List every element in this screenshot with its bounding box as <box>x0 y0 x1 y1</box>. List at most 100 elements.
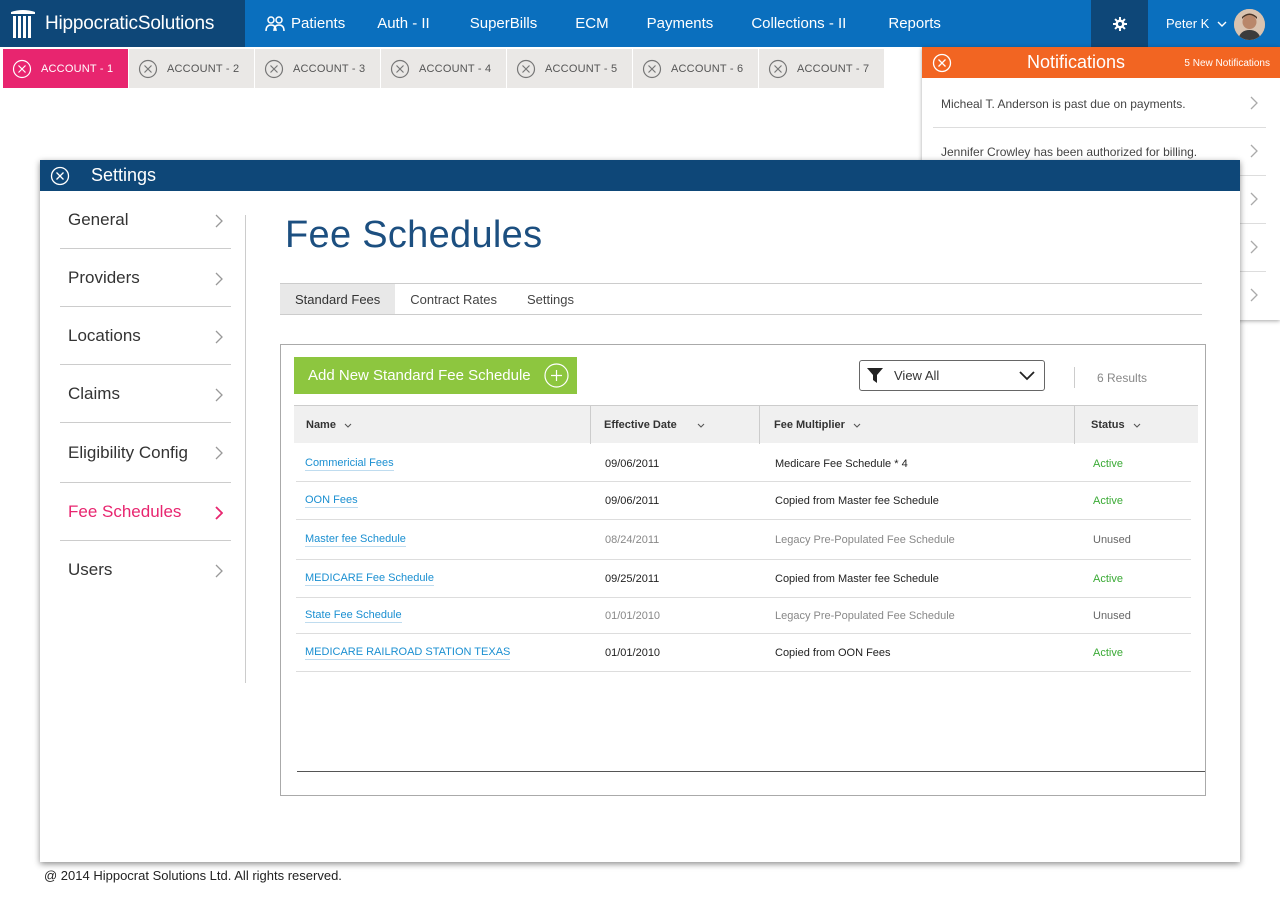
account-tab-6[interactable]: ACCOUNT - 6 <box>633 49 758 88</box>
close-icon[interactable] <box>12 59 32 79</box>
nav-label: Patients <box>291 15 346 32</box>
table-row: State Fee Schedule 01/01/2010 Legacy Pre… <box>296 598 1191 634</box>
nav-ecm[interactable]: ECM <box>575 15 608 32</box>
column-header-effective-date[interactable]: Effective Date <box>604 406 705 444</box>
nav-label: Collections - II <box>751 15 847 32</box>
top-navbar: HippocraticSolutions Patients Auth - II … <box>0 0 1280 47</box>
account-tab-5[interactable]: ACCOUNT - 5 <box>507 49 632 88</box>
account-tab-2[interactable]: ACCOUNT - 2 <box>129 49 254 88</box>
nav-payments[interactable]: Payments <box>647 15 714 32</box>
fee-schedule-link[interactable]: MEDICARE RAILROAD STATION TEXAS <box>305 646 511 660</box>
copyright-footer: @ 2014 Hippocrat Solutions Ltd. All righ… <box>44 868 342 883</box>
fee-multiplier-cell: Copied from Master fee Schedule <box>775 495 939 507</box>
user-menu[interactable]: Peter K <box>1166 0 1227 47</box>
chevron-right-icon <box>215 446 223 460</box>
user-avatar-icon <box>1234 9 1265 40</box>
sidebar-item-providers[interactable]: Providers <box>60 249 231 307</box>
effective-date-cell: 08/24/2011 <box>605 534 660 546</box>
nav-collections[interactable]: Collections - II <box>751 15 846 32</box>
close-icon[interactable] <box>768 59 788 79</box>
column-header-status[interactable]: Status <box>1091 406 1141 444</box>
close-icon[interactable] <box>264 59 284 79</box>
close-icon[interactable] <box>516 59 536 79</box>
fee-multiplier-cell: Copied from Master fee Schedule <box>775 573 939 585</box>
name-cell: OON Fees <box>305 482 358 520</box>
sidebar-item-label: Claims <box>68 383 120 403</box>
settings-modal: Settings General Providers Locations Cla… <box>40 160 1240 862</box>
notification-text: Jennifer Crowley has been authorized for… <box>941 144 1198 159</box>
brand-logo[interactable]: HippocraticSolutions <box>0 0 245 47</box>
table-row: Master fee Schedule 08/24/2011 Legacy Pr… <box>296 520 1191 560</box>
nav-superbills[interactable]: SuperBills <box>470 15 538 32</box>
sidebar-item-locations[interactable]: Locations <box>60 307 231 365</box>
filter-icon <box>867 368 883 383</box>
sidebar-item-label: Fee Schedules <box>68 501 182 521</box>
status-cell: Unused <box>1093 534 1131 546</box>
account-tab-3[interactable]: ACCOUNT - 3 <box>255 49 380 88</box>
tab-settings[interactable]: Settings <box>512 284 589 314</box>
sidebar-item-eligibility-config[interactable]: Eligibility Config <box>60 423 231 483</box>
close-icon[interactable] <box>138 59 158 79</box>
sidebar-item-fee-schedules[interactable]: Fee Schedules <box>60 483 231 541</box>
name-cell: MEDICARE RAILROAD STATION TEXAS <box>305 634 511 672</box>
sidebar-item-label: Users <box>68 560 113 579</box>
status-filter-select[interactable]: View All <box>859 360 1045 391</box>
settings-sidebar: General Providers Locations Claims Eligi… <box>60 191 231 599</box>
filter-value: View All <box>894 368 940 383</box>
results-divider <box>1074 367 1075 388</box>
table-row: Commericial Fees 09/06/2011 Medicare Fee… <box>296 445 1191 482</box>
settings-button[interactable] <box>1091 0 1148 47</box>
close-icon[interactable] <box>642 59 662 79</box>
user-name: Peter K <box>1166 16 1210 31</box>
account-tab-4[interactable]: ACCOUNT - 4 <box>381 49 506 88</box>
effective-date-cell: 09/06/2011 <box>605 457 660 470</box>
notifications-count: 5 New Notifications <box>1184 58 1270 69</box>
fee-multiplier-cell: Legacy Pre-Populated Fee Schedule <box>775 610 955 622</box>
chevron-right-icon <box>215 564 223 578</box>
fee-schedule-link[interactable]: Commericial Fees <box>305 457 394 471</box>
close-icon[interactable] <box>932 53 952 73</box>
tab-contract-rates[interactable]: Contract Rates <box>395 284 512 314</box>
nav-patients[interactable]: Patients <box>265 15 345 32</box>
fee-schedule-link[interactable]: Master fee Schedule <box>305 533 406 547</box>
close-icon[interactable] <box>390 59 410 79</box>
sort-chevron-icon <box>853 423 861 428</box>
column-header-name[interactable]: Name <box>306 406 352 444</box>
sidebar-item-label: Eligibility Config <box>68 442 188 462</box>
add-fee-schedule-button[interactable]: Add New Standard Fee Schedule <box>294 357 577 394</box>
status-cell: Active <box>1093 647 1123 659</box>
notifications-title: Notifications <box>1027 52 1126 72</box>
column-header-fee-multiplier[interactable]: Fee Multiplier <box>774 406 861 444</box>
status-cell: Active <box>1093 573 1123 585</box>
account-tab-label: ACCOUNT - 3 <box>293 62 366 75</box>
fee-multiplier-cell: Copied from OON Fees <box>775 647 891 659</box>
results-count: 6 Results <box>1097 371 1148 385</box>
sidebar-item-general[interactable]: General <box>60 191 231 249</box>
sort-chevron-icon <box>344 423 352 428</box>
sidebar-item-claims[interactable]: Claims <box>60 365 231 423</box>
fee-schedule-panel: Add New Standard Fee Schedule View All 6… <box>280 344 1206 796</box>
notification-text: Micheal T. Anderson is past due on payme… <box>941 96 1186 111</box>
sidebar-item-label: Providers <box>68 267 140 287</box>
account-tab-label: ACCOUNT - 1 <box>41 62 114 75</box>
account-tab-7[interactable]: ACCOUNT - 7 <box>759 49 884 88</box>
notification-item[interactable]: Micheal T. Anderson is past due on payme… <box>933 80 1266 128</box>
sidebar-item-users[interactable]: Users <box>60 541 231 599</box>
effective-date-cell: 01/01/2010 <box>605 647 661 659</box>
sort-chevron-icon <box>1133 423 1141 428</box>
chevron-right-icon <box>1250 288 1258 302</box>
tab-standard-fees[interactable]: Standard Fees <box>280 284 396 314</box>
chevron-down-icon <box>1019 371 1035 381</box>
account-tab-1[interactable]: ACCOUNT - 1 <box>3 49 128 88</box>
close-icon[interactable] <box>50 166 70 186</box>
fee-schedule-link[interactable]: MEDICARE Fee Schedule <box>305 572 434 586</box>
avatar[interactable] <box>1234 9 1265 40</box>
chevron-right-icon <box>215 388 223 402</box>
nav-auth[interactable]: Auth - II <box>377 15 430 32</box>
fee-schedule-link[interactable]: OON Fees <box>305 494 358 508</box>
fee-schedule-link[interactable]: State Fee Schedule <box>305 609 402 623</box>
chevron-right-icon <box>215 214 223 228</box>
nav-reports[interactable]: Reports <box>888 15 941 32</box>
name-cell: Commericial Fees <box>305 445 394 482</box>
table-footer-divider <box>297 771 1205 772</box>
